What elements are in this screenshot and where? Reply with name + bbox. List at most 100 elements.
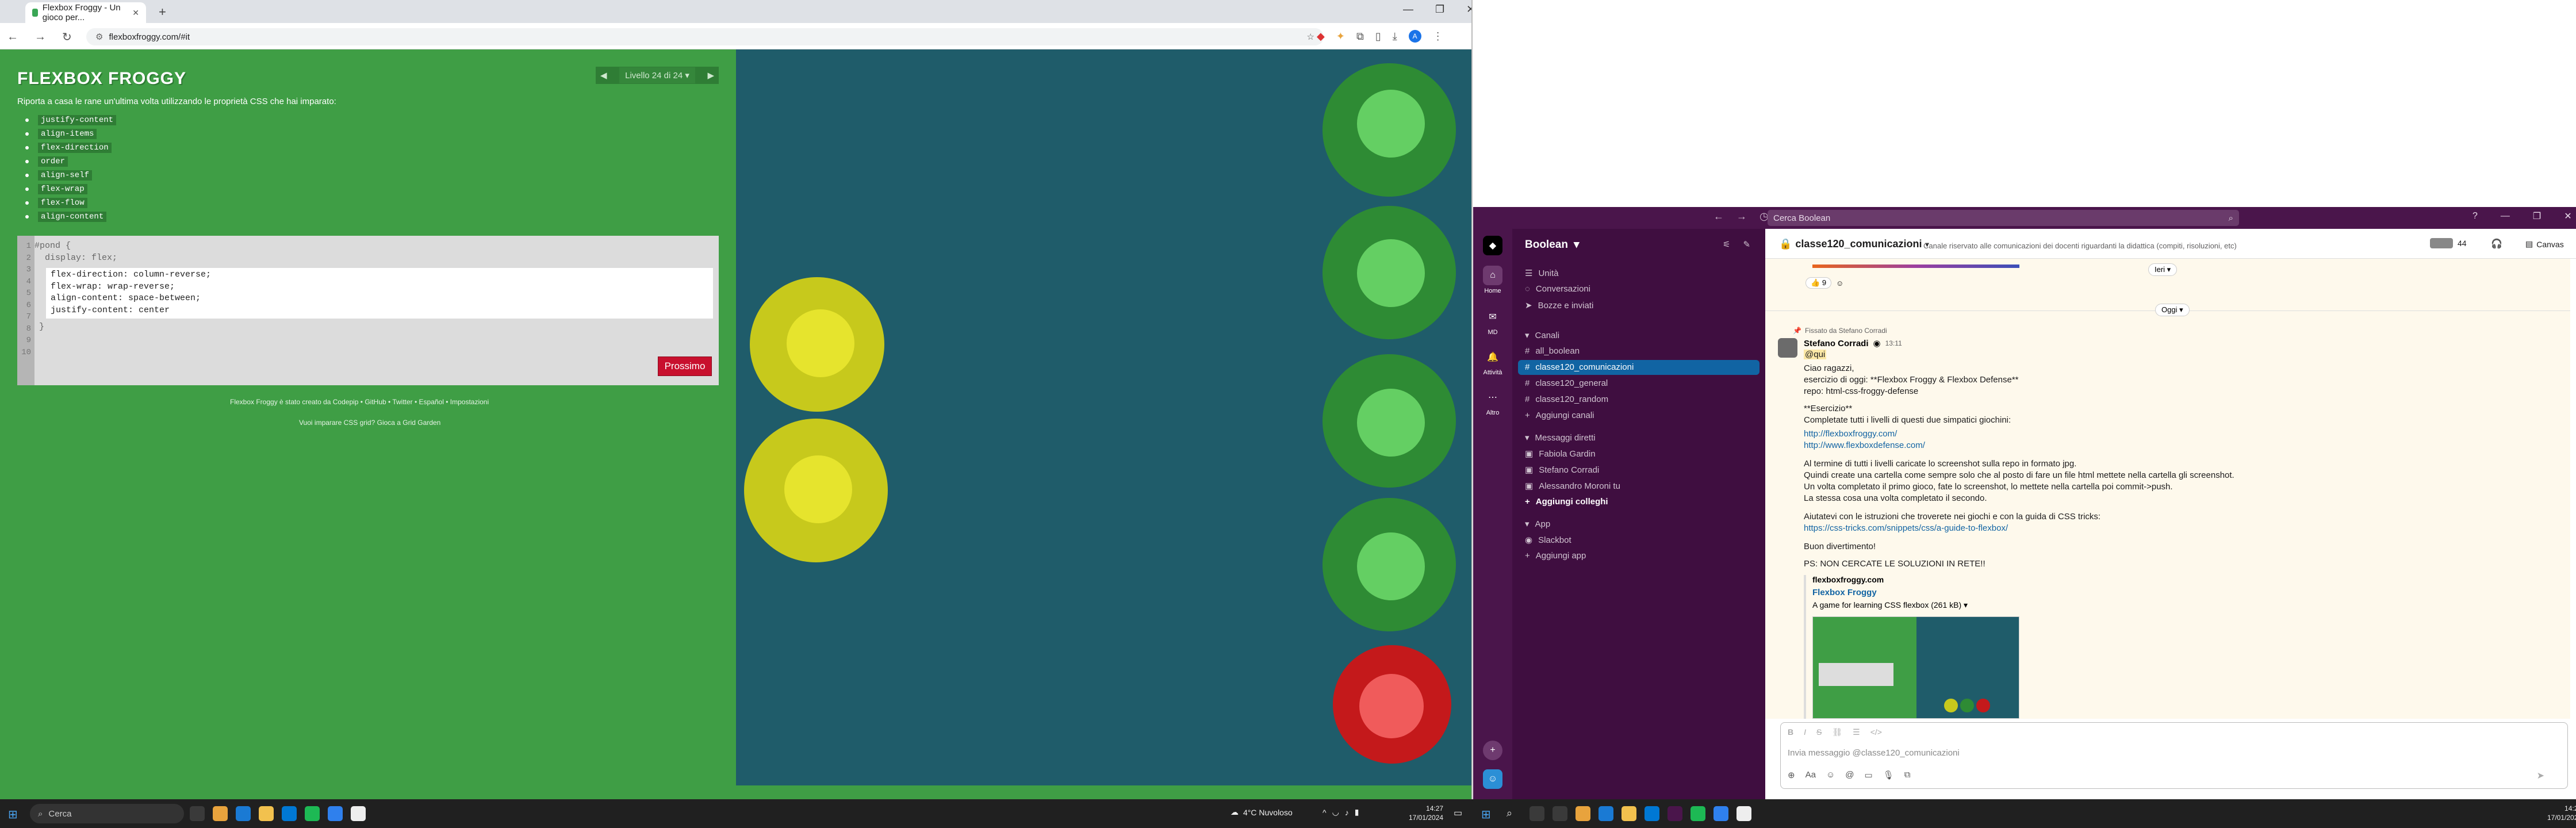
add-colleagues[interactable]: + Aggiungi colleghi [1525, 497, 1608, 507]
close-window-icon[interactable]: ✕ [2564, 210, 2571, 222]
edge-icon[interactable] [236, 806, 251, 821]
dms-header[interactable]: ▾ Messaggi diretti [1525, 432, 1596, 443]
search-icon[interactable]: ⌕ [1506, 807, 1512, 819]
vscode-icon[interactable] [1713, 806, 1728, 821]
shortcut-icon[interactable]: ⧉ [1904, 770, 1911, 780]
message-time[interactable]: 13:11 [1885, 339, 1902, 347]
edge-icon[interactable] [1598, 806, 1613, 821]
wifi-icon[interactable]: ◡ [1332, 807, 1339, 817]
reload-icon[interactable]: ↻ [62, 30, 72, 44]
workspace-name[interactable]: Boolean ▾ [1525, 238, 1580, 251]
minimize-icon[interactable]: — [2501, 211, 2510, 221]
huddle-headphones-icon[interactable]: 🎧 [2491, 238, 2502, 250]
italic-icon[interactable]: I [1804, 727, 1806, 737]
windows-start-icon[interactable]: ⊞ [1481, 807, 1491, 822]
sidebar-item-drafts[interactable]: ➤ Bozze e inviati [1525, 300, 1593, 311]
unfurl-desc[interactable]: A game for learning CSS flexbox (261 kB)… [1812, 600, 1968, 610]
download-icon[interactable]: ⤓ [1393, 30, 1397, 43]
battery-icon[interactable]: ▮ [1355, 807, 1359, 817]
filter-icon[interactable]: ⚟ [1723, 239, 1730, 250]
rail-home[interactable]: ⌂ Home [1473, 266, 1512, 294]
add-reaction-icon[interactable]: ☺ [1836, 279, 1843, 288]
restore-icon[interactable]: ❐ [2533, 210, 2541, 222]
file-explorer-icon[interactable] [1621, 806, 1636, 821]
message-link[interactable]: https://css-tricks.com/snippets/css/a-gu… [1804, 523, 2008, 533]
taskbar-search[interactable]: ⌕ Cerca [30, 804, 184, 823]
bold-icon[interactable]: B [1788, 727, 1793, 737]
slack-taskbar-icon[interactable] [1667, 806, 1682, 821]
menu-kebab-icon[interactable]: ⋮ [1433, 30, 1443, 43]
mic-icon[interactable]: 🎙 [1883, 770, 1894, 780]
spotify-icon[interactable] [1690, 806, 1705, 821]
profile-avatar[interactable]: A [1408, 30, 1421, 43]
apps-header[interactable]: ▾ App [1525, 519, 1550, 530]
add-apps[interactable]: + Aggiungi app [1525, 551, 1586, 561]
slack-search-input[interactable]: Cerca Boolean ⌕ [1768, 210, 2239, 226]
unfurl-title[interactable]: Flexbox Froggy [1812, 588, 1877, 597]
link-icon[interactable]: ⛓ [1832, 727, 1842, 737]
sidebar-item-app[interactable]: ◉ Slackbot [1525, 535, 1571, 546]
new-message-button[interactable]: + [1473, 741, 1512, 762]
chevron-up-icon[interactable]: ^ [1322, 808, 1327, 817]
css-input[interactable]: flex-direction: column-reverse; flex-wra… [46, 268, 713, 319]
canvas-button[interactable]: ▤ Canvas [2525, 239, 2564, 249]
task-view-icon[interactable] [1529, 806, 1544, 821]
forward-icon[interactable]: → [1736, 210, 1747, 223]
sidebar-item-threads[interactable]: ☰ Unità [1525, 268, 1558, 279]
clock-right[interactable]: 14:27 17/01/2024 [2547, 804, 2576, 822]
composer-input[interactable]: Invia messaggio @classe120_comunicazioni [1788, 748, 1960, 758]
mention[interactable]: @qui [1804, 350, 1827, 359]
notification-icon[interactable]: ▭ [1454, 807, 1462, 819]
compose-icon[interactable]: ✎ [1743, 239, 1750, 250]
bookmark-star-icon[interactable]: ☆ [1307, 32, 1314, 42]
widgets-icon[interactable] [1552, 806, 1567, 821]
github-icon[interactable] [1736, 806, 1751, 821]
sidebar-item-channel[interactable]: # all_boolean [1525, 346, 1580, 356]
next-level-icon[interactable]: ▶ [707, 70, 714, 80]
back-icon[interactable]: ← [7, 30, 18, 44]
plus-icon[interactable]: ⊕ [1788, 770, 1795, 780]
windows-start-icon[interactable]: ⊞ [8, 807, 18, 822]
vscode-icon[interactable] [328, 806, 343, 821]
site-info-icon[interactable]: ⚙ [95, 32, 103, 42]
unfurl-preview-image[interactable] [1812, 616, 2019, 719]
restore-icon[interactable]: ❐ [1435, 3, 1444, 16]
file-explorer-icon[interactable] [259, 806, 274, 821]
text-format-icon[interactable]: Aa [1805, 770, 1816, 780]
sidebar-item-channel[interactable]: # classe120_random [1525, 394, 1608, 404]
extension-red-icon[interactable]: ◆ [1317, 30, 1325, 43]
member-count[interactable]: 44 [2430, 238, 2467, 248]
mention-icon[interactable]: @ [1845, 770, 1854, 780]
author-name[interactable]: Stefano Corradi [1804, 339, 1869, 348]
volume-icon[interactable]: ♪ [1345, 808, 1349, 817]
grid-garden-link[interactable]: Vuoi imparare CSS grid? Gioca a Grid Gar… [299, 419, 440, 427]
address-bar[interactable]: ⚙ flexboxfroggy.com/#it ☆ [86, 28, 1324, 45]
video-icon[interactable]: ▭ [1865, 770, 1873, 780]
github-icon[interactable] [351, 806, 366, 821]
next-button[interactable]: Prossimo [658, 356, 712, 376]
extensions-puzzle-icon[interactable]: ⧉ [1356, 30, 1364, 43]
message-link[interactable]: http://flexboxfroggy.com/ [1804, 429, 1897, 439]
help-icon[interactable]: ? [2472, 211, 2478, 221]
clock-left[interactable]: 14:27 17/01/2024 [1409, 804, 1443, 822]
minimize-icon[interactable]: — [1403, 3, 1413, 16]
weather-widget[interactable]: ☁ 4°C Nuvoloso [1230, 807, 1293, 817]
rail-activity[interactable]: 🔔 Attività [1473, 347, 1512, 376]
sidebar-item-conversations[interactable]: ◌ Conversazioni [1525, 284, 1590, 294]
extension-color-icon[interactable]: ✦ [1336, 30, 1345, 43]
sidebar-item-channel-selected[interactable]: # classe120_comunicazioni [1525, 362, 1634, 372]
sidebar-item-dm[interactable]: ▣ Stefano Corradi [1525, 465, 1599, 476]
channels-header[interactable]: ▾ Canali [1525, 330, 1559, 341]
author-avatar[interactable] [1778, 338, 1797, 358]
sidepanel-icon[interactable]: ▯ [1375, 30, 1381, 43]
workspace-icon[interactable]: ◆ [1473, 236, 1512, 258]
browser-tab[interactable]: Flexbox Froggy - Un gioco per... ✕ [25, 2, 146, 23]
add-channels[interactable]: + Aggiungi canali [1525, 411, 1594, 420]
spotify-icon[interactable] [305, 806, 320, 821]
sidebar-item-dm[interactable]: ▣ Fabiola Gardin [1525, 448, 1596, 459]
prev-level-icon[interactable]: ◀ [600, 70, 607, 80]
reaction-thumbs[interactable]: 👍 9 [1805, 277, 1832, 289]
sidebar-item-dm[interactable]: ▣ Alessandro Moroni tu [1525, 481, 1620, 492]
forward-icon[interactable]: → [34, 30, 46, 44]
date-divider-oggi[interactable]: Oggi ▾ [2155, 304, 2190, 316]
